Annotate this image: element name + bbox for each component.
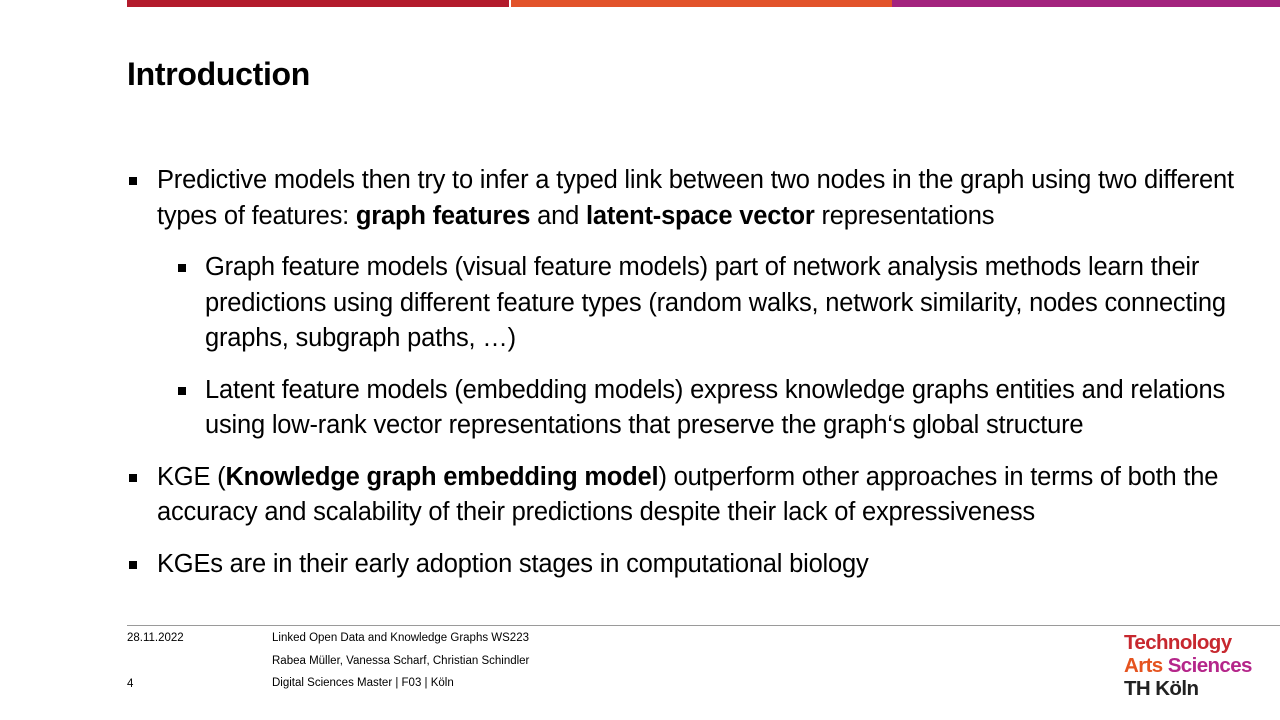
bullet-square-icon bbox=[178, 386, 186, 395]
bullet-square-icon bbox=[178, 264, 186, 272]
bullet-kge-adoption: KGEs are in their early adoption stages … bbox=[127, 547, 1267, 583]
slide-title: Introduction bbox=[127, 56, 311, 92]
bullet-square-icon bbox=[129, 560, 137, 569]
logo-arts-sciences: Arts Sciences bbox=[1124, 654, 1252, 677]
sub-bullet-latent-feature-models: Latent feature models (embedding models)… bbox=[127, 373, 1267, 444]
bold-graph-features: graph features bbox=[355, 201, 531, 230]
top-bar-orange bbox=[511, 0, 892, 7]
bold-latent-space-vector: latent-space vector bbox=[585, 201, 815, 230]
th-koeln-logo: Technology Arts Sciences TH Köln bbox=[1124, 631, 1252, 700]
top-bar-purple bbox=[892, 0, 1280, 7]
bullet-predictive-models: Predictive models then try to infer a ty… bbox=[127, 163, 1267, 234]
footer-divider bbox=[127, 625, 1280, 626]
bold-kge-model: Knowledge graph embedding model bbox=[225, 462, 659, 491]
slide-content: Predictive models then try to infer a ty… bbox=[127, 163, 1267, 598]
footer-program: Digital Sciences Master | F03 | Köln bbox=[272, 677, 454, 689]
footer-course: Linked Open Data and Knowledge Graphs WS… bbox=[272, 632, 529, 644]
bullet-square-icon bbox=[129, 177, 137, 185]
logo-th-koeln: TH Köln bbox=[1124, 677, 1199, 700]
bullet-text: KGE ( bbox=[157, 462, 226, 491]
page-number: 4 bbox=[127, 678, 134, 690]
footer-date: 28.11.2022 bbox=[127, 632, 184, 644]
bullet-text: and bbox=[530, 201, 586, 230]
top-bar-red bbox=[127, 0, 509, 7]
bullet-kge: KGE (Knowledge graph embedding model) ou… bbox=[127, 460, 1267, 531]
logo-technology: Technology bbox=[1124, 631, 1232, 654]
bullet-square-icon bbox=[129, 473, 137, 482]
bullet-text: Graph feature models (visual feature mod… bbox=[205, 253, 1226, 352]
bullet-text: KGEs are in their early adoption stages … bbox=[157, 549, 869, 578]
footer-authors: Rabea Müller, Vanessa Scharf, Christian … bbox=[272, 655, 530, 667]
sub-bullet-graph-feature-models: Graph feature models (visual feature mod… bbox=[127, 250, 1267, 357]
top-color-bar bbox=[127, 0, 1280, 7]
bullet-text: representations bbox=[814, 201, 995, 230]
bullet-text: Latent feature models (embedding models)… bbox=[205, 375, 1226, 440]
